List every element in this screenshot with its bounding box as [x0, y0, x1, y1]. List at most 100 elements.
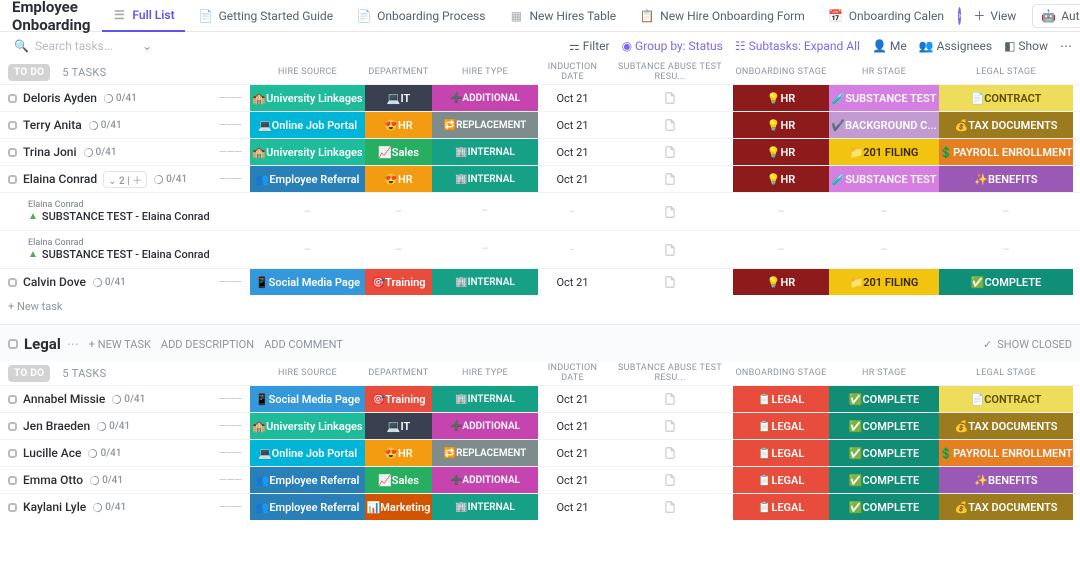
- induction-date-cell[interactable]: Oct 21: [538, 440, 607, 466]
- legal-stage-cell[interactable]: 💰TAX DOCUMENTS: [939, 112, 1073, 138]
- add-description-link[interactable]: ADD DESCRIPTION: [161, 338, 254, 351]
- progress-badge[interactable]: 0/41: [89, 475, 123, 486]
- col-hire-type[interactable]: HIRE TYPE: [432, 67, 538, 77]
- col-hr-stage[interactable]: HR STAGE: [829, 368, 939, 378]
- onboarding-stage-cell[interactable]: 💡HR: [733, 139, 829, 165]
- substance-cell[interactable]: [607, 467, 733, 493]
- onboarding-stage-cell[interactable]: 💡HR: [733, 269, 829, 295]
- tab-getting-started[interactable]: 📄 Getting Started Guide: [189, 0, 343, 32]
- show-button[interactable]: ◧ Show: [1004, 39, 1048, 53]
- task-name-cell[interactable]: Terry Anita 0/41 ———: [0, 112, 250, 138]
- task-name-cell[interactable]: Trina Joni 0/41 ———: [0, 139, 250, 165]
- hire-type-cell[interactable]: ➕ADDITIONAL: [432, 413, 538, 439]
- department-cell[interactable]: 🎯Training: [365, 386, 432, 412]
- onboarding-stage-cell[interactable]: 💡HR: [733, 166, 829, 192]
- status-pill-todo[interactable]: TO DO: [8, 365, 50, 382]
- col-legal-stage[interactable]: LEGAL STAGE: [939, 368, 1073, 378]
- onboarding-stage-cell[interactable]: 💡HR: [733, 112, 829, 138]
- hire-type-cell[interactable]: 🏢INTERNAL: [432, 139, 538, 165]
- department-cell[interactable]: 📈Sales: [365, 467, 432, 493]
- filter-button[interactable]: ⚎ Filter: [569, 39, 610, 53]
- onboarding-stage-cell[interactable]: 📋LEGAL: [733, 494, 829, 520]
- table-row[interactable]: Lucille Ace 0/41 ——— 💻Online Job Portal …: [0, 439, 1080, 466]
- tab-full-list[interactable]: ☰ Full List: [102, 0, 184, 32]
- more-icon[interactable]: ⋯: [67, 337, 79, 351]
- hire-source-cell[interactable]: 👥Employee Referral: [250, 467, 365, 493]
- col-substance-test[interactable]: SUBTANCE ABUSE TEST RESU...: [607, 62, 733, 82]
- hire-type-cell[interactable]: 🏢INTERNAL: [432, 386, 538, 412]
- hr-stage-cell[interactable]: ✔️BACKGROUND C...: [829, 112, 939, 138]
- table-row[interactable]: Elaina Conrad ▲SUBSTANCE TEST - Elaina C…: [0, 230, 1080, 268]
- legal-stage-cell[interactable]: ✨BENEFITS: [939, 166, 1073, 192]
- col-legal-stage[interactable]: LEGAL STAGE: [939, 67, 1073, 77]
- task-name-cell[interactable]: Emma Otto 0/41 ———: [0, 467, 250, 493]
- legal-stage-cell[interactable]: ✨BENEFITS: [939, 467, 1073, 493]
- task-name-cell[interactable]: Elaina Conrad ⌄ 2 | ＋ 0/41 ———: [0, 166, 250, 192]
- substance-cell[interactable]: [607, 166, 733, 192]
- table-row[interactable]: Terry Anita 0/41 ——— 💻Online Job Portal …: [0, 111, 1080, 138]
- hr-stage-cell[interactable]: 🧪SUBSTANCE TEST: [829, 166, 939, 192]
- assignees-button[interactable]: 👥 Assignees: [919, 39, 992, 53]
- hr-stage-cell[interactable]: ✅COMPLETE: [829, 467, 939, 493]
- hr-stage-cell[interactable]: ✅COMPLETE: [829, 440, 939, 466]
- onboarding-stage-cell[interactable]: 💡HR: [733, 85, 829, 111]
- add-view-button[interactable]: ＋View: [965, 3, 1024, 28]
- induction-date-cell[interactable]: Oct 21: [538, 386, 607, 412]
- onboarding-stage-cell[interactable]: 📋LEGAL: [733, 413, 829, 439]
- hire-source-cell[interactable]: 💻Online Job Portal: [250, 440, 365, 466]
- hire-source-cell[interactable]: 👥Employee Referral: [250, 166, 365, 192]
- table-row[interactable]: Jen Braeden 0/41 ——— 🏫University Linkage…: [0, 412, 1080, 439]
- table-row[interactable]: Emma Otto 0/41 ——— 👥Employee Referral 📈S…: [0, 466, 1080, 493]
- subtasks-button[interactable]: ☷ Subtasks: Expand All: [735, 39, 860, 53]
- progress-badge[interactable]: 0/41: [88, 120, 122, 131]
- hire-type-cell[interactable]: 🏢INTERNAL: [432, 494, 538, 520]
- progress-badge[interactable]: 0/41: [87, 448, 121, 459]
- legal-stage-cell[interactable]: 💲PAYROLL ENROLLMENT: [939, 139, 1073, 165]
- subtask-name[interactable]: Elaina Conrad ▲SUBSTANCE TEST - Elaina C…: [0, 231, 250, 268]
- table-row[interactable]: Elaina Conrad ⌄ 2 | ＋ 0/41 ——— 👥Employee…: [0, 165, 1080, 192]
- hire-type-cell[interactable]: ➕ADDITIONAL: [432, 467, 538, 493]
- department-cell[interactable]: 📈Sales: [365, 139, 432, 165]
- group-by-button[interactable]: ◉ Group by: Status: [622, 39, 723, 53]
- department-cell[interactable]: 😍HR: [365, 112, 432, 138]
- onboarding-stage-cell[interactable]: 📋LEGAL: [733, 467, 829, 493]
- hire-source-cell[interactable]: 🏫University Linkages: [250, 139, 365, 165]
- status-dot-icon[interactable]: [8, 449, 17, 458]
- hire-source-cell[interactable]: 👥Employee Referral: [250, 494, 365, 520]
- task-name-cell[interactable]: Kaylani Lyle 0/41 ———: [0, 494, 250, 520]
- new-task-link[interactable]: + NEW TASK: [89, 338, 151, 351]
- induction-date-cell[interactable]: Oct 21: [538, 269, 607, 295]
- status-dot-icon[interactable]: [8, 148, 17, 157]
- legal-stage-cell[interactable]: 💰TAX DOCUMENTS: [939, 494, 1073, 520]
- progress-badge[interactable]: 0/41: [111, 394, 145, 405]
- hr-stage-cell[interactable]: 📁201 FILING: [829, 139, 939, 165]
- automate-button[interactable]: 🤖Automate: [1032, 4, 1080, 28]
- subtask-count[interactable]: ⌄ 2 | ＋: [103, 171, 147, 188]
- legal-stage-cell[interactable]: 📄CONTRACT: [939, 85, 1073, 111]
- search-input[interactable]: [35, 39, 135, 53]
- col-substance-test[interactable]: SUBTANCE ABUSE TEST RESU...: [607, 363, 733, 383]
- col-hire-type[interactable]: HIRE TYPE: [432, 368, 538, 378]
- hr-stage-cell[interactable]: 📁201 FILING: [829, 269, 939, 295]
- hire-source-cell[interactable]: 🏫University Linkages: [250, 85, 365, 111]
- task-name-cell[interactable]: Lucille Ace 0/41 ———: [0, 440, 250, 466]
- hr-stage-cell[interactable]: 🧪SUBSTANCE TEST: [829, 85, 939, 111]
- progress-badge[interactable]: 0/41: [96, 421, 130, 432]
- chevron-down-icon[interactable]: ⌄: [142, 39, 152, 53]
- table-row[interactable]: Elaina Conrad ▲SUBSTANCE TEST - Elaina C…: [0, 192, 1080, 230]
- hire-source-cell[interactable]: 💻Online Job Portal: [250, 112, 365, 138]
- tabs-scroll-right-icon[interactable]: ›: [958, 7, 961, 25]
- progress-badge[interactable]: 0/41: [92, 277, 126, 288]
- tab-new-hire-form[interactable]: 📋 New Hire Onboarding Form: [630, 0, 815, 32]
- status-dot-icon[interactable]: [8, 476, 17, 485]
- hr-stage-cell[interactable]: ✅COMPLETE: [829, 386, 939, 412]
- legal-stage-cell[interactable]: 💲PAYROLL ENROLLMENT: [939, 440, 1073, 466]
- status-dot-icon[interactable]: [8, 175, 17, 184]
- col-onboarding-stage[interactable]: ONBOARDING STAGE: [733, 67, 829, 77]
- status-dot-icon[interactable]: [8, 395, 17, 404]
- hire-type-cell[interactable]: 🏢INTERNAL: [432, 166, 538, 192]
- status-dot-icon[interactable]: [8, 422, 17, 431]
- new-task-button[interactable]: + New task: [0, 295, 1080, 318]
- hire-type-cell[interactable]: 🏢INTERNAL: [432, 269, 538, 295]
- table-row[interactable]: Kaylani Lyle 0/41 ——— 👥Employee Referral…: [0, 493, 1080, 520]
